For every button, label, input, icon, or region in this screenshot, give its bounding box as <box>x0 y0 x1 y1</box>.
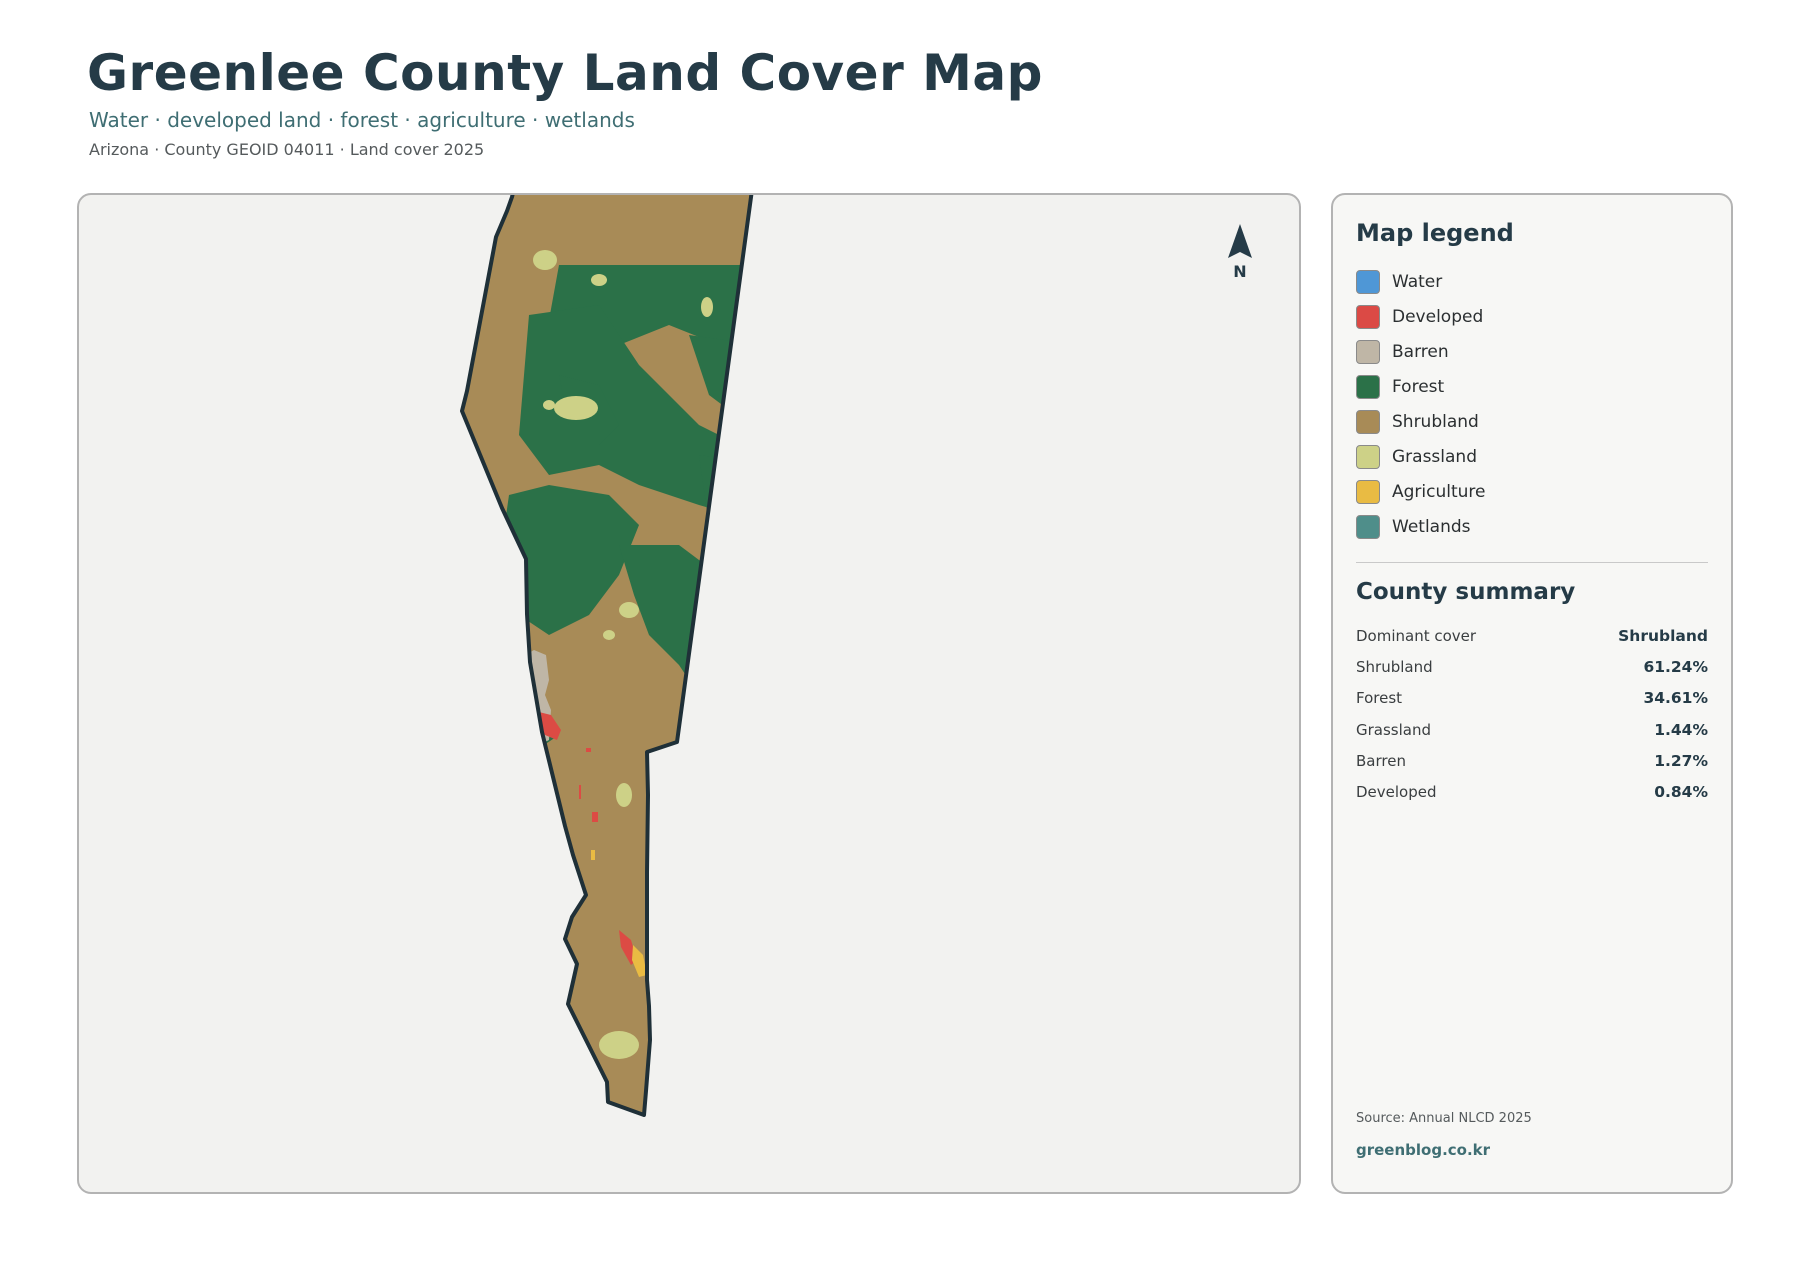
site-link[interactable]: greenblog.co.kr <box>1356 1141 1490 1159</box>
summary-label: Barren <box>1356 751 1406 770</box>
north-arrow-icon <box>1228 224 1252 258</box>
summary-row: Dominant cover Shrubland <box>1356 620 1708 651</box>
legend-item-wetlands: Wetlands <box>1356 509 1708 544</box>
summary-label: Developed <box>1356 783 1437 802</box>
legend-item-barren: Barren <box>1356 334 1708 369</box>
summary-label: Shrubland <box>1356 657 1433 676</box>
legend-item-water: Water <box>1356 264 1708 299</box>
legend-label: Wetlands <box>1392 516 1471 537</box>
legend-item-developed: Developed <box>1356 299 1708 334</box>
legend-label: Forest <box>1392 376 1445 397</box>
page-title: Greenlee County Land Cover Map <box>87 44 1043 102</box>
summary-row: Forest 34.61% <box>1356 683 1708 714</box>
shrubland-area <box>462 195 768 1115</box>
summary-value: 1.27% <box>1654 751 1708 770</box>
legend-label: Agriculture <box>1392 481 1486 502</box>
legend-swatch-wetlands <box>1356 514 1380 539</box>
summary-value: 34.61% <box>1643 689 1708 708</box>
summary-row: Developed 0.84% <box>1356 776 1708 807</box>
legend-title: Map legend <box>1356 219 1514 247</box>
legend-swatch-developed <box>1356 304 1380 329</box>
north-arrow: N <box>1220 224 1260 284</box>
legend-item-forest: Forest <box>1356 369 1708 404</box>
source-note: Source: Annual NLCD 2025 <box>1356 1111 1532 1126</box>
summary-list: Dominant cover Shrubland Shrubland 61.24… <box>1356 620 1708 808</box>
map-panel[interactable] <box>77 193 1301 1194</box>
legend-list: Water Developed Barren Forest Shrubland … <box>1356 264 1708 544</box>
summary-row: Shrubland 61.24% <box>1356 651 1708 682</box>
summary-row: Grassland 1.44% <box>1356 714 1708 745</box>
summary-value: 0.84% <box>1654 783 1708 802</box>
summary-row: Barren 1.27% <box>1356 745 1708 776</box>
summary-value: 61.24% <box>1643 657 1708 676</box>
legend-item-shrubland: Shrubland <box>1356 404 1708 439</box>
legend-panel: Map legend Water Developed Barren Forest… <box>1331 193 1733 1194</box>
legend-swatch-barren <box>1356 339 1380 364</box>
legend-item-agriculture: Agriculture <box>1356 474 1708 509</box>
legend-label: Water <box>1392 271 1443 292</box>
summary-title: County summary <box>1356 579 1576 605</box>
legend-item-grassland: Grassland <box>1356 439 1708 474</box>
legend-label: Barren <box>1392 341 1449 362</box>
legend-swatch-agriculture <box>1356 479 1380 504</box>
legend-divider <box>1356 562 1708 563</box>
legend-swatch-water <box>1356 269 1380 294</box>
legend-label: Grassland <box>1392 446 1477 467</box>
summary-label: Dominant cover <box>1356 626 1477 645</box>
summary-value: Shrubland <box>1618 626 1708 645</box>
page-meta: Arizona · County GEOID 04011 · Land cove… <box>89 140 485 159</box>
legend-swatch-grassland <box>1356 444 1380 469</box>
north-label: N <box>1233 262 1247 281</box>
legend-label: Developed <box>1392 306 1484 327</box>
page-subtitle: Water · developed land · forest · agricu… <box>89 108 635 132</box>
summary-label: Grassland <box>1356 720 1431 739</box>
summary-value: 1.44% <box>1654 720 1708 739</box>
legend-label: Shrubland <box>1392 411 1479 432</box>
county-map[interactable] <box>79 195 1301 1194</box>
legend-swatch-forest <box>1356 374 1380 399</box>
legend-swatch-shrubland <box>1356 409 1380 434</box>
summary-label: Forest <box>1356 689 1403 708</box>
